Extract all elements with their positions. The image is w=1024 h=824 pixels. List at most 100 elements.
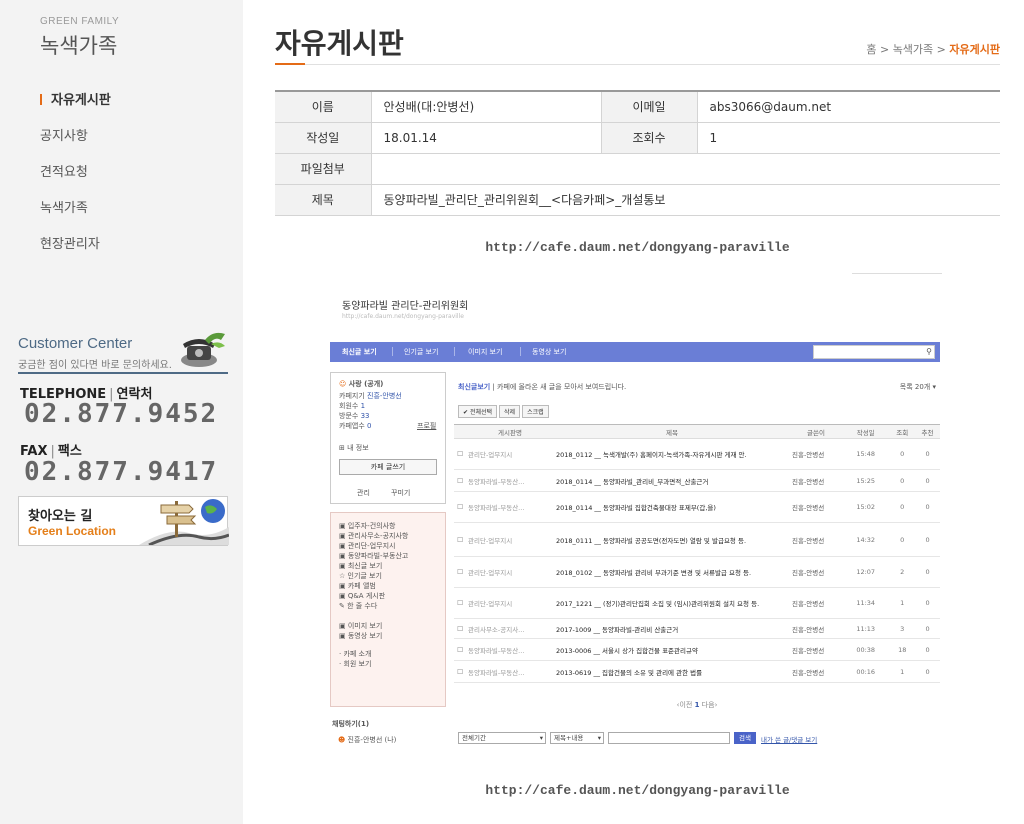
cafe-nav-latest[interactable]: 최신글 보기	[342, 347, 377, 357]
row-author[interactable]: 진흥-안병선	[790, 660, 842, 683]
pager-next[interactable]: 다음›	[702, 701, 718, 709]
cafe-menu-item[interactable]: ▣ 관리단-업무지시	[339, 541, 395, 551]
row-author[interactable]: 진흥-안병선	[790, 618, 842, 639]
row-subject[interactable]: 2013-0619 __ 집합건물의 소유 및 관리에 관한 법률	[554, 660, 790, 683]
post-url-link[interactable]: http://cafe.daum.net/dongyang-paraville	[275, 783, 1000, 798]
table-row[interactable]: ☐ 동양파라빌-부동산... 2018_0114 __ 동양파라빌_관리비_부과면적…	[454, 469, 940, 492]
cafe-manager[interactable]: 진흥-안병선	[367, 392, 402, 400]
views-label: 조회수	[601, 122, 698, 154]
table-row[interactable]: ☐ 관리사무소-공지사... 2017-1009 __ 동양파라빌-관리비 산출근거…	[454, 618, 940, 639]
table-row[interactable]: ☐ 동양파라빌-부동산... 2018_0114 __ 동양파라빌 집합건축물대장 …	[454, 491, 940, 523]
select-all-button[interactable]: ✔ 전체선택	[458, 405, 498, 418]
table-row[interactable]: ☐ 관리단-업무지시 2018_0111 __ 동양파라빌 공공도면(전자도면) 열…	[454, 522, 940, 557]
cafe-search-button[interactable]: 검색	[734, 732, 756, 744]
breadcrumb-home[interactable]: 홈	[866, 43, 876, 56]
period-select[interactable]: 전체기간 ▾	[458, 732, 546, 744]
pager-current[interactable]: 1	[695, 701, 700, 709]
row-board[interactable]: 관리사무소-공지사...	[466, 618, 554, 639]
cafe-menu-item[interactable]: ▣ Q&A 게시판	[339, 591, 385, 601]
row-author[interactable]: 진흥-안병선	[790, 438, 842, 470]
row-board[interactable]: 관리단-업무지시	[466, 522, 554, 557]
table-row[interactable]: ☐ 관리단-업무지시 2017_1221 __ (정기)관리단집회 소집 및 (임시…	[454, 587, 940, 619]
scrap-button[interactable]: 스크랩	[522, 405, 549, 418]
row-subject[interactable]: 2017-1009 __ 동양파라빌-관리비 산출근거	[554, 618, 790, 639]
row-author[interactable]: 진흥-안병선	[790, 491, 842, 523]
cafe-manage-link[interactable]: 관리	[357, 488, 370, 498]
cafe-chat-title[interactable]: 채팅하기(1)	[332, 719, 369, 729]
cafe-menu-item[interactable]: ▣ 관리사무소-공지사항	[339, 531, 408, 541]
cafe-myinfo[interactable]: ⊞ 내 정보	[339, 443, 369, 453]
pager-prev[interactable]: ‹이전	[677, 701, 693, 709]
sidebar-item-green-family[interactable]: 녹색가족	[40, 198, 111, 234]
row-author[interactable]: 진흥-안병선	[790, 556, 842, 588]
cafe-nav-popular[interactable]: 인기글 보기	[404, 347, 438, 357]
row-checkbox[interactable]: ☐	[454, 660, 466, 683]
my-posts-link[interactable]: 내가 쓴 글/댓글 보기	[761, 734, 817, 744]
breadcrumb-parent[interactable]: 녹색가족	[893, 43, 933, 56]
row-subject[interactable]: 2018_0111 __ 동양파라빌 공공도면(전자도면) 열람 및 발급요청 …	[554, 522, 790, 557]
cafe-menu-item[interactable]: · 카페 소개	[339, 649, 371, 659]
location-banner[interactable]: 찾아오는 길 Green Location	[18, 496, 229, 546]
row-checkbox[interactable]: ☐	[454, 522, 466, 557]
cafe-menu-item[interactable]: ▣ 카페 앨범	[339, 581, 376, 591]
cafe-decorate-link[interactable]: 꾸미기	[391, 488, 410, 498]
row-subject[interactable]: 2018_0112 __ 녹색개발(주) 홈페이지-녹색가족-자유게시판 게재 …	[554, 438, 790, 470]
cafe-nav-videos[interactable]: 동영상 보기	[532, 347, 566, 357]
table-row[interactable]: ☐ 동양파라빌-부동산... 2013-0619 __ 집합건물의 소유 및 관리에…	[454, 660, 940, 683]
row-checkbox[interactable]: ☐	[454, 587, 466, 619]
sidebar-item-estimate[interactable]: 견적요청	[40, 162, 111, 198]
row-author[interactable]: 진흥-안병선	[790, 469, 842, 492]
table-row[interactable]: ☐ 동양파라빌-부동산... 2013-0006 __ 서울시 상가 집합건물 표준…	[454, 638, 940, 661]
row-checkbox[interactable]: ☐	[454, 618, 466, 639]
cafe-write-button[interactable]: 카페 글쓰기	[339, 459, 437, 475]
cafe-sort-select[interactable]: 목록 20개 ▾	[900, 382, 936, 392]
cafe-latest-posts: 최신글보기 | 카페에 올라온 새 글을 모아서 보여드립니다. 목록 20개 …	[454, 372, 940, 765]
cafe-menu-item[interactable]: ▣ 동영상 보기	[339, 631, 382, 641]
row-subject[interactable]: 2018_0114 __ 동양파라빌 집합건축물대장 표제부(갑,을)	[554, 491, 790, 523]
cafe-profile-link[interactable]: 프로필	[417, 421, 436, 431]
row-checkbox[interactable]: ☐	[454, 438, 466, 470]
row-board[interactable]: 관리단-업무지시	[466, 556, 554, 588]
delete-button[interactable]: 삭제	[499, 405, 521, 418]
row-author[interactable]: 진흥-안병선	[790, 587, 842, 619]
cafe-menu-item[interactable]: ✎ 한 줄 수다	[339, 601, 377, 611]
row-subject[interactable]: 2018_0102 __ 동양파라빌 관리비 부과기준 변경 및 서류발급 요청…	[554, 556, 790, 588]
cafe-keyword-input[interactable]	[608, 732, 730, 744]
cafe-menu-item[interactable]: ▣ 동양파라빌-부동산고	[339, 551, 408, 561]
row-board[interactable]: 관리단-업무지시	[466, 438, 554, 470]
row-checkbox[interactable]: ☐	[454, 638, 466, 661]
row-subject[interactable]: 2017_1221 __ (정기)관리단집회 소집 및 (임시)관리위원회 설치…	[554, 587, 790, 619]
row-checkbox[interactable]: ☐	[454, 491, 466, 523]
row-subject[interactable]: 2013-0006 __ 서울시 상가 집합건물 표준관리규약	[554, 638, 790, 661]
row-board[interactable]: 동양파라빌-부동산...	[466, 469, 554, 492]
cafe-menu-item[interactable]: ☆ 인기글 보기	[339, 571, 382, 581]
row-board[interactable]: 동양파라빌-부동산...	[466, 638, 554, 661]
sidebar-item-notice[interactable]: 공지사항	[40, 126, 111, 162]
row-checkbox[interactable]: ☐	[454, 469, 466, 492]
table-row[interactable]: ☐ 관리단-업무지시 2018_0102 __ 동양파라빌 관리비 부과기준 변경 …	[454, 556, 940, 588]
cafe-menu-item[interactable]: · 회원 보기	[339, 659, 371, 669]
author-email[interactable]: abs3066@daum.net	[697, 91, 1000, 123]
cafe-chat-user[interactable]: ☻ 진흥-안병선 (나)	[338, 735, 396, 745]
row-board[interactable]: 동양파라빌-부동산...	[466, 660, 554, 683]
row-author[interactable]: 진흥-안병선	[790, 522, 842, 557]
sidebar-item-free-board[interactable]: 자유게시판	[40, 90, 111, 126]
row-board[interactable]: 동양파라빌-부동산...	[466, 491, 554, 523]
cafe-menu-item[interactable]: ▣ 최신글 보기	[339, 561, 382, 571]
table-row[interactable]: ☐ 관리단-업무지시 2018_0112 __ 녹색개발(주) 홈페이지-녹색가족-…	[454, 438, 940, 470]
cafe-menu-item[interactable]: ▣ 입주자-건의사항	[339, 521, 395, 531]
post-url-link[interactable]: http://cafe.daum.net/dongyang-paraville	[275, 240, 1000, 255]
sidebar-item-site-manager[interactable]: 현장관리자	[40, 234, 111, 270]
table-row: 작성일 18.01.14 조회수 1	[275, 122, 1000, 154]
scope-select[interactable]: 제목+내용 ▾	[550, 732, 604, 744]
row-subject[interactable]: 2018_0114 __ 동양파라빌_관리비_부과면적_산출근거	[554, 469, 790, 492]
cafe-nav-images[interactable]: 이미지 보기	[468, 347, 502, 357]
row-board[interactable]: 관리단-업무지시	[466, 587, 554, 619]
brand-title[interactable]: 녹색가족	[40, 30, 117, 60]
cafe-search-input[interactable]: ⚲	[813, 345, 935, 359]
row-checkbox[interactable]: ☐	[454, 556, 466, 588]
row-author[interactable]: 진흥-안병선	[790, 638, 842, 661]
cafe-menu-item[interactable]: ▣ 이미지 보기	[339, 621, 382, 631]
search-icon[interactable]: ⚲	[926, 347, 932, 356]
cafe-menu-label: 최신글 보기	[347, 562, 383, 570]
